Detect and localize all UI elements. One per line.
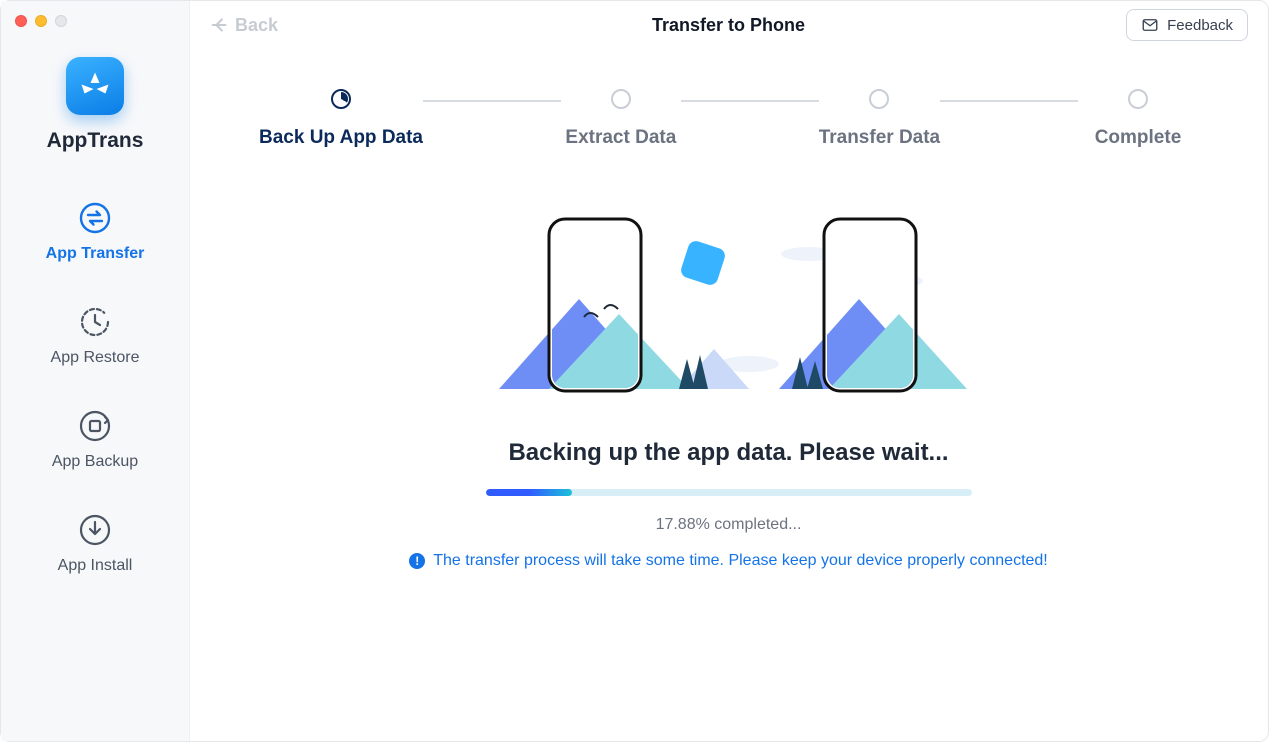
app-name: AppTrans <box>47 129 144 153</box>
transfer-illustration <box>189 199 1268 409</box>
arrow-left-icon <box>209 14 231 36</box>
status-block: Backing up the app data. Please wait... … <box>189 439 1268 570</box>
page-title: Transfer to Phone <box>652 15 805 36</box>
progress-text: 17.88% completed... <box>656 516 802 534</box>
sidebar-item-label: App Restore <box>51 349 140 367</box>
app-logo-icon <box>66 57 124 115</box>
minimize-window-button[interactable] <box>35 15 47 27</box>
sidebar-item-backup[interactable]: App Backup <box>1 409 189 471</box>
brand: AppTrans <box>1 57 189 153</box>
main: Back Transfer to Phone Feedback Back Up … <box>189 1 1268 741</box>
step-connector <box>940 100 1078 102</box>
sidebar-item-install[interactable]: App Install <box>1 513 189 575</box>
mail-icon <box>1141 16 1159 34</box>
step-connector <box>423 100 561 102</box>
window-controls <box>1 15 189 33</box>
sidebar-nav: App Transfer App Restore <box>1 201 189 575</box>
progress-stepper: Back Up App Data Extract Data Transfer D… <box>189 49 1268 159</box>
progress-bar <box>486 489 972 496</box>
sidebar-item-label: App Backup <box>52 453 138 471</box>
step-label: Back Up App Data <box>259 127 423 149</box>
info-icon: ! <box>409 553 425 569</box>
back-button: Back <box>209 14 278 36</box>
sidebar-item-transfer[interactable]: App Transfer <box>1 201 189 263</box>
step-circle-icon <box>331 89 351 109</box>
step-connector <box>681 100 819 102</box>
step-backup: Back Up App Data <box>259 89 423 149</box>
maximize-window-button[interactable] <box>55 15 67 27</box>
hint-label: The transfer process will take some time… <box>433 552 1048 570</box>
step-complete: Complete <box>1078 89 1198 149</box>
step-label: Transfer Data <box>819 127 940 149</box>
step-extract: Extract Data <box>561 89 681 149</box>
sidebar-item-label: App Transfer <box>46 245 145 263</box>
transfer-icon <box>78 201 112 235</box>
restore-icon <box>78 305 112 339</box>
close-window-button[interactable] <box>15 15 27 27</box>
step-label: Extract Data <box>565 127 676 149</box>
sidebar: AppTrans App Transfer <box>1 1 189 741</box>
progress-fill <box>486 489 573 496</box>
step-circle-icon <box>1128 89 1148 109</box>
window: AppTrans App Transfer <box>1 1 1268 741</box>
hint-text: ! The transfer process will take some ti… <box>409 552 1048 570</box>
sidebar-item-label: App Install <box>58 557 133 575</box>
step-circle-icon <box>611 89 631 109</box>
back-label: Back <box>235 15 278 36</box>
header: Back Transfer to Phone Feedback <box>189 1 1268 49</box>
feedback-button[interactable]: Feedback <box>1126 9 1248 41</box>
feedback-label: Feedback <box>1167 17 1233 34</box>
step-circle-icon <box>869 89 889 109</box>
backup-icon <box>78 409 112 443</box>
install-icon <box>78 513 112 547</box>
sidebar-item-restore[interactable]: App Restore <box>1 305 189 367</box>
status-title: Backing up the app data. Please wait... <box>508 439 948 467</box>
step-label: Complete <box>1095 127 1182 149</box>
step-transfer: Transfer Data <box>819 89 940 149</box>
